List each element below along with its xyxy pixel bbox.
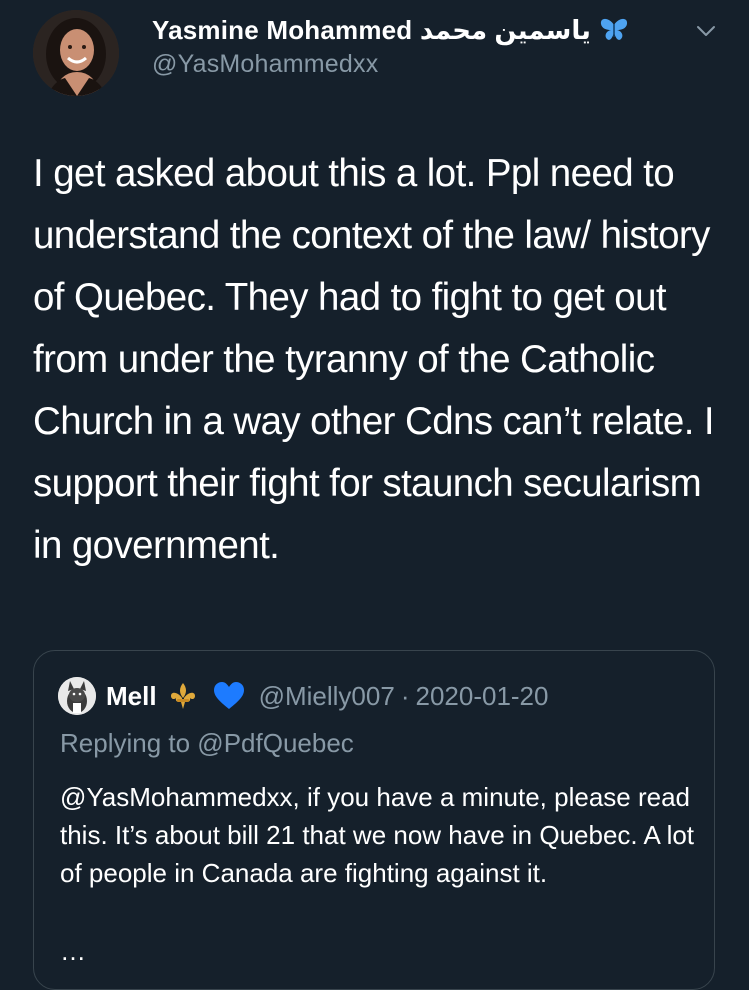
separator-dot: · [400, 680, 410, 711]
quoted-tweet[interactable]: Mell @Mielly007 · 2020-01-20 Replying to… [33, 650, 715, 990]
blue-heart-icon [213, 681, 245, 711]
author-avatar[interactable] [33, 10, 119, 96]
author-info: Yasmine Mohammed ياسمين محمد @YasMohamme… [152, 14, 729, 79]
quoted-author-avatar [58, 677, 96, 715]
quoted-handle: @Mielly007 [258, 680, 395, 711]
author-handle[interactable]: @YasMohammedxx [152, 50, 729, 79]
author-display-name[interactable]: Yasmine Mohammed ياسمين محمد [152, 15, 591, 46]
quoted-tweet-text: @YasMohammedxx, if you have a minute, pl… [60, 782, 695, 888]
quoted-display-name: Mell [106, 680, 157, 711]
chevron-down-icon[interactable] [695, 22, 717, 40]
quoted-date: 2020-01-20 [415, 680, 549, 711]
quoted-tweet-header: Mell @Mielly007 · 2020-01-20 [58, 676, 548, 716]
fleur-de-lis-icon [167, 680, 199, 712]
truncation-ellipsis: … [60, 936, 87, 966]
replying-to: Replying to @PdfQuebec [60, 728, 354, 758]
tweet-text: I get asked about this a lot. Ppl need t… [33, 152, 715, 567]
tweet: Yasmine Mohammed ياسمين محمد @YasMohamme… [0, 0, 749, 990]
butterfly-icon [599, 17, 629, 43]
